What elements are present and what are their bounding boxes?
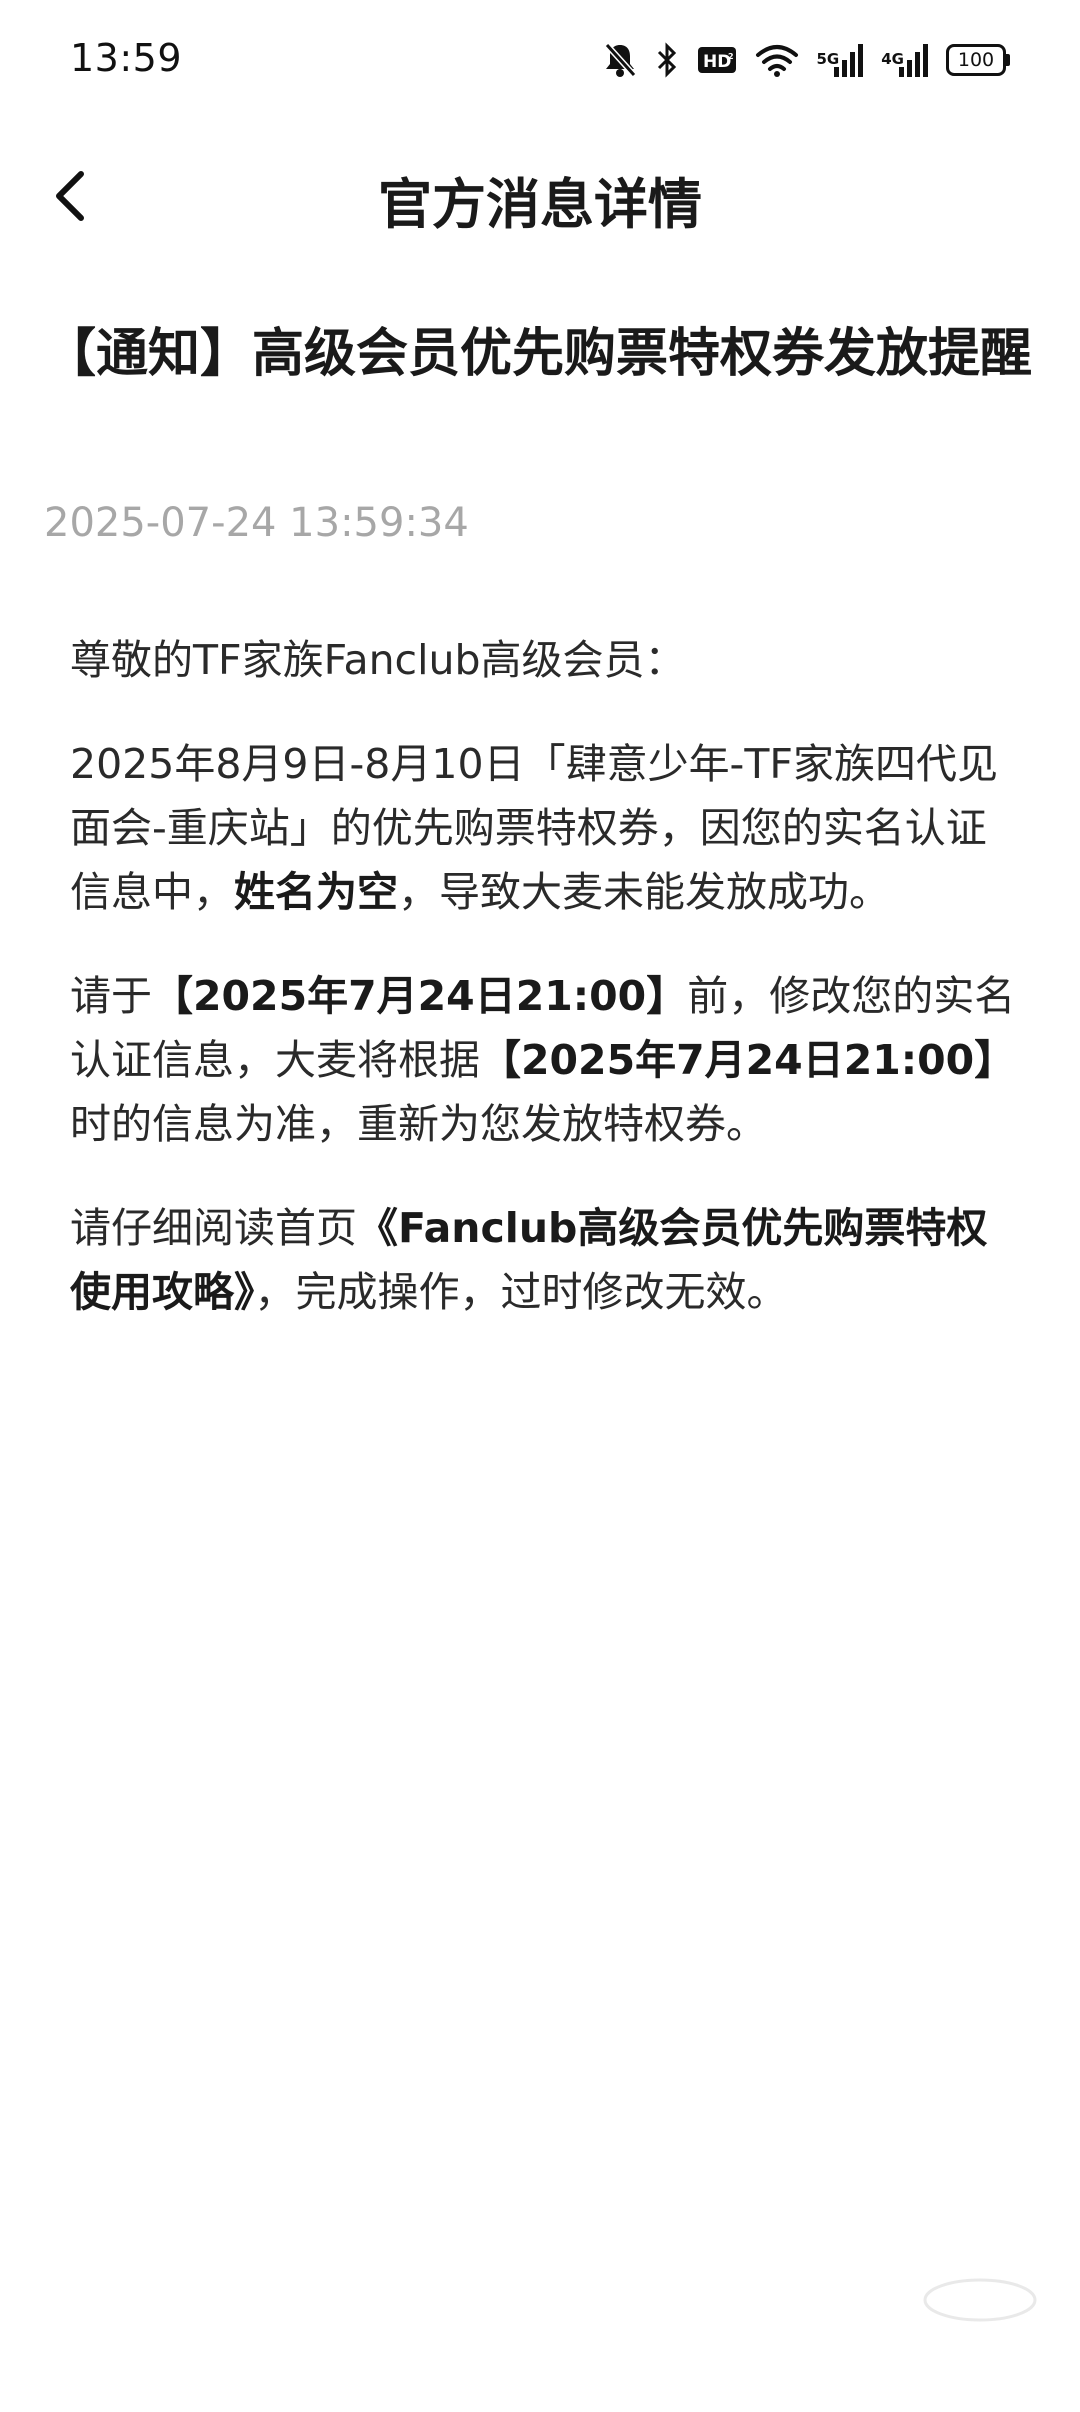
status-icons: HD 2 5G 4G 100: [603, 40, 1010, 80]
status-time: 13:59: [70, 36, 183, 80]
text: 请于: [70, 972, 152, 1020]
battery-level: 100: [946, 44, 1006, 76]
nav-bar: 官方消息详情: [0, 120, 1080, 270]
message-paragraph-1: 2025年8月9日-8月10日「肆意少年-TF家族四代见面会-重庆站」的优先购票…: [70, 732, 1020, 924]
text: ，完成操作，过时修改无效。: [254, 1268, 788, 1316]
highlight-empty-name: 姓名为空: [234, 868, 398, 916]
bluetooth-icon: [655, 42, 679, 78]
message-paragraph-2: 请于【2025年7月24日21:00】前，修改您的实名认证信息，大麦将根据【20…: [70, 964, 1020, 1156]
text: 时的信息为准，重新为您发放特权券。: [70, 1100, 767, 1148]
network-4g-label: 4G: [881, 50, 904, 68]
battery-icon: 100: [946, 44, 1010, 76]
watermark-logo: [920, 2275, 1040, 2325]
wifi-icon: [755, 43, 799, 77]
text: ，导致大麦未能发放成功。: [398, 868, 890, 916]
message-greeting: 尊敬的TF家族Fanclub高级会员：: [70, 636, 686, 684]
screen: 13:59 HD 2 5G 4G 100 官方消息详情 【通知】高级会员优先购票…: [0, 0, 1080, 2412]
hd-icon: HD 2: [697, 45, 737, 75]
text: 请仔细阅读首页: [70, 1204, 357, 1252]
svg-text:2: 2: [728, 52, 734, 61]
mute-bell-icon: [603, 42, 637, 78]
signal-4g: 4G: [881, 43, 928, 77]
signal-5g: 5G: [817, 43, 864, 77]
message-datetime: 2025-07-24 13:59:34: [44, 500, 469, 546]
message-body: 尊敬的TF家族Fanclub高级会员： 2025年8月9日-8月10日「肆意少年…: [70, 628, 1020, 1364]
status-bar: 13:59 HD 2 5G 4G 100: [0, 0, 1080, 120]
network-5g-label: 5G: [816, 50, 840, 68]
message-paragraph-3: 请仔细阅读首页《Fanclub高级会员优先购票特权使用攻略》，完成操作，过时修改…: [70, 1196, 1020, 1324]
highlight-deadline: 【2025年7月24日21:00】: [480, 1036, 1016, 1084]
highlight-deadline: 【2025年7月24日21:00】: [152, 972, 688, 1020]
page-title: 官方消息详情: [378, 173, 702, 236]
message-title: 【通知】高级会员优先购票特权券发放提醒: [44, 324, 1033, 384]
